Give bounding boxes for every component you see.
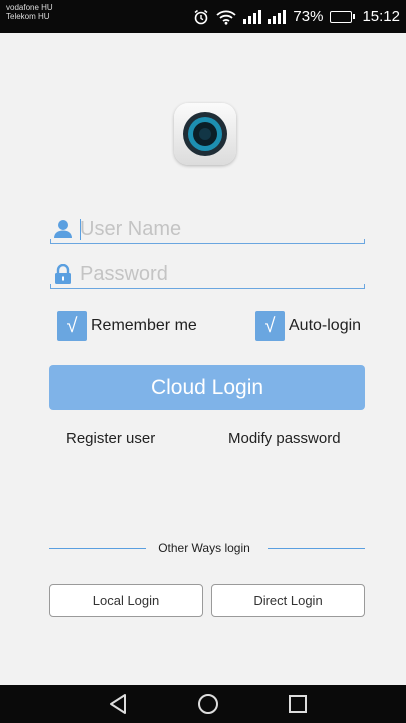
back-icon[interactable] — [106, 692, 132, 716]
battery-percent: 73% — [293, 8, 324, 25]
auto-login-checkbox[interactable]: √ Auto-login — [255, 311, 361, 341]
divider-line-left — [49, 548, 146, 549]
username-field[interactable] — [50, 214, 365, 244]
user-icon — [54, 219, 72, 239]
status-bar: vodafone HU Telekom HU 73% 15:12 — [0, 0, 406, 33]
carrier-1: vodafone HU — [6, 3, 53, 12]
carrier-names: vodafone HU Telekom HU — [6, 3, 53, 21]
app-logo — [174, 103, 236, 165]
username-input[interactable] — [80, 216, 360, 242]
modify-password-link[interactable]: Modify password — [228, 430, 341, 447]
auto-login-label: Auto-login — [289, 317, 362, 334]
password-input[interactable] — [80, 261, 360, 287]
home-icon[interactable] — [195, 692, 221, 716]
other-ways-heading: Other Ways login — [158, 541, 250, 555]
alarm-icon — [193, 9, 209, 25]
navigation-bar — [0, 685, 406, 723]
remember-me-label: Remember me — [91, 317, 197, 334]
remember-me-checkbox[interactable]: √ Remember me — [57, 311, 197, 341]
battery-icon — [330, 10, 356, 23]
recents-icon[interactable] — [285, 692, 311, 716]
checkmark-icon[interactable]: √ — [255, 311, 285, 341]
lock-icon — [54, 263, 72, 284]
wifi-icon — [216, 9, 237, 25]
register-user-link[interactable]: Register user — [66, 430, 155, 447]
signal-icon — [268, 9, 287, 24]
clock: 15:12 — [362, 8, 400, 25]
camera-lens-icon — [183, 112, 227, 156]
password-field[interactable] — [50, 259, 365, 289]
checkmark-icon[interactable]: √ — [57, 311, 87, 341]
carrier-2: Telekom HU — [6, 12, 50, 21]
local-login-button[interactable]: Local Login — [49, 584, 203, 617]
divider-line-right — [268, 548, 365, 549]
cloud-login-button[interactable]: Cloud Login — [49, 365, 365, 410]
signal-icon — [243, 9, 262, 24]
direct-login-button[interactable]: Direct Login — [211, 584, 365, 617]
